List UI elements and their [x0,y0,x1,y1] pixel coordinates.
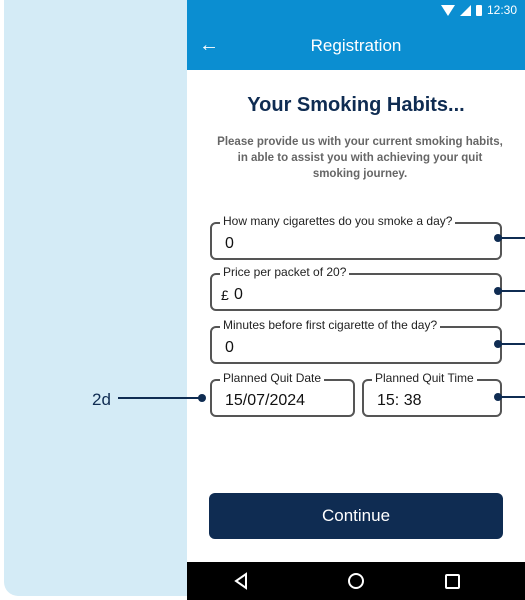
price-per-packet-value[interactable]: 0 [234,286,243,304]
continue-button[interactable]: Continue [209,493,503,539]
quit-time-label: Planned Quit Time [372,371,477,385]
cigarettes-per-day-label: How many cigarettes do you smoke a day? [220,214,456,228]
price-per-packet-label: Price per packet of 20? [220,265,350,279]
quit-date-label: Planned Quit Date [220,371,325,385]
minutes-first-cigarette-label: Minutes before first cigarette of the da… [220,318,441,332]
app-bar-title: Registration [310,36,402,55]
phone-screen: 12:30 ← Registration Your Smoking Habits… [187,0,525,600]
nav-recent-icon[interactable] [441,570,463,592]
quit-time-field[interactable]: Planned Quit Time 15: 38 [362,371,502,417]
battery-icon [475,4,482,16]
app-bar: ← Registration [187,22,525,70]
nav-back-icon[interactable] [231,570,253,592]
android-nav-bar [187,562,525,600]
wifi-icon [440,4,455,16]
quit-time-value[interactable]: 15: 38 [377,392,421,410]
status-bar: 12:30 [187,0,525,22]
cigarettes-per-day-field[interactable]: How many cigarettes do you smoke a day? … [210,214,502,260]
status-time: 12:30 [486,3,517,17]
nav-home-icon[interactable] [345,570,367,592]
page-title: Your Smoking Habits... [247,94,465,116]
annotation-label-2d: 2d [92,390,111,409]
minutes-first-cigarette-value[interactable]: 0 [225,339,234,357]
quit-date-field[interactable]: Planned Quit Date 15/07/2024 [210,371,355,417]
intro-text: Please provide us with your current smok… [217,136,503,180]
quit-date-value[interactable]: 15/07/2024 [225,392,305,410]
price-per-packet-field[interactable]: Price per packet of 20? £ 0 [210,265,502,311]
currency-prefix: £ [221,287,229,303]
cigarettes-per-day-value[interactable]: 0 [225,235,234,253]
minutes-first-cigarette-field[interactable]: Minutes before first cigarette of the da… [210,318,502,364]
signal-icon [459,4,471,16]
